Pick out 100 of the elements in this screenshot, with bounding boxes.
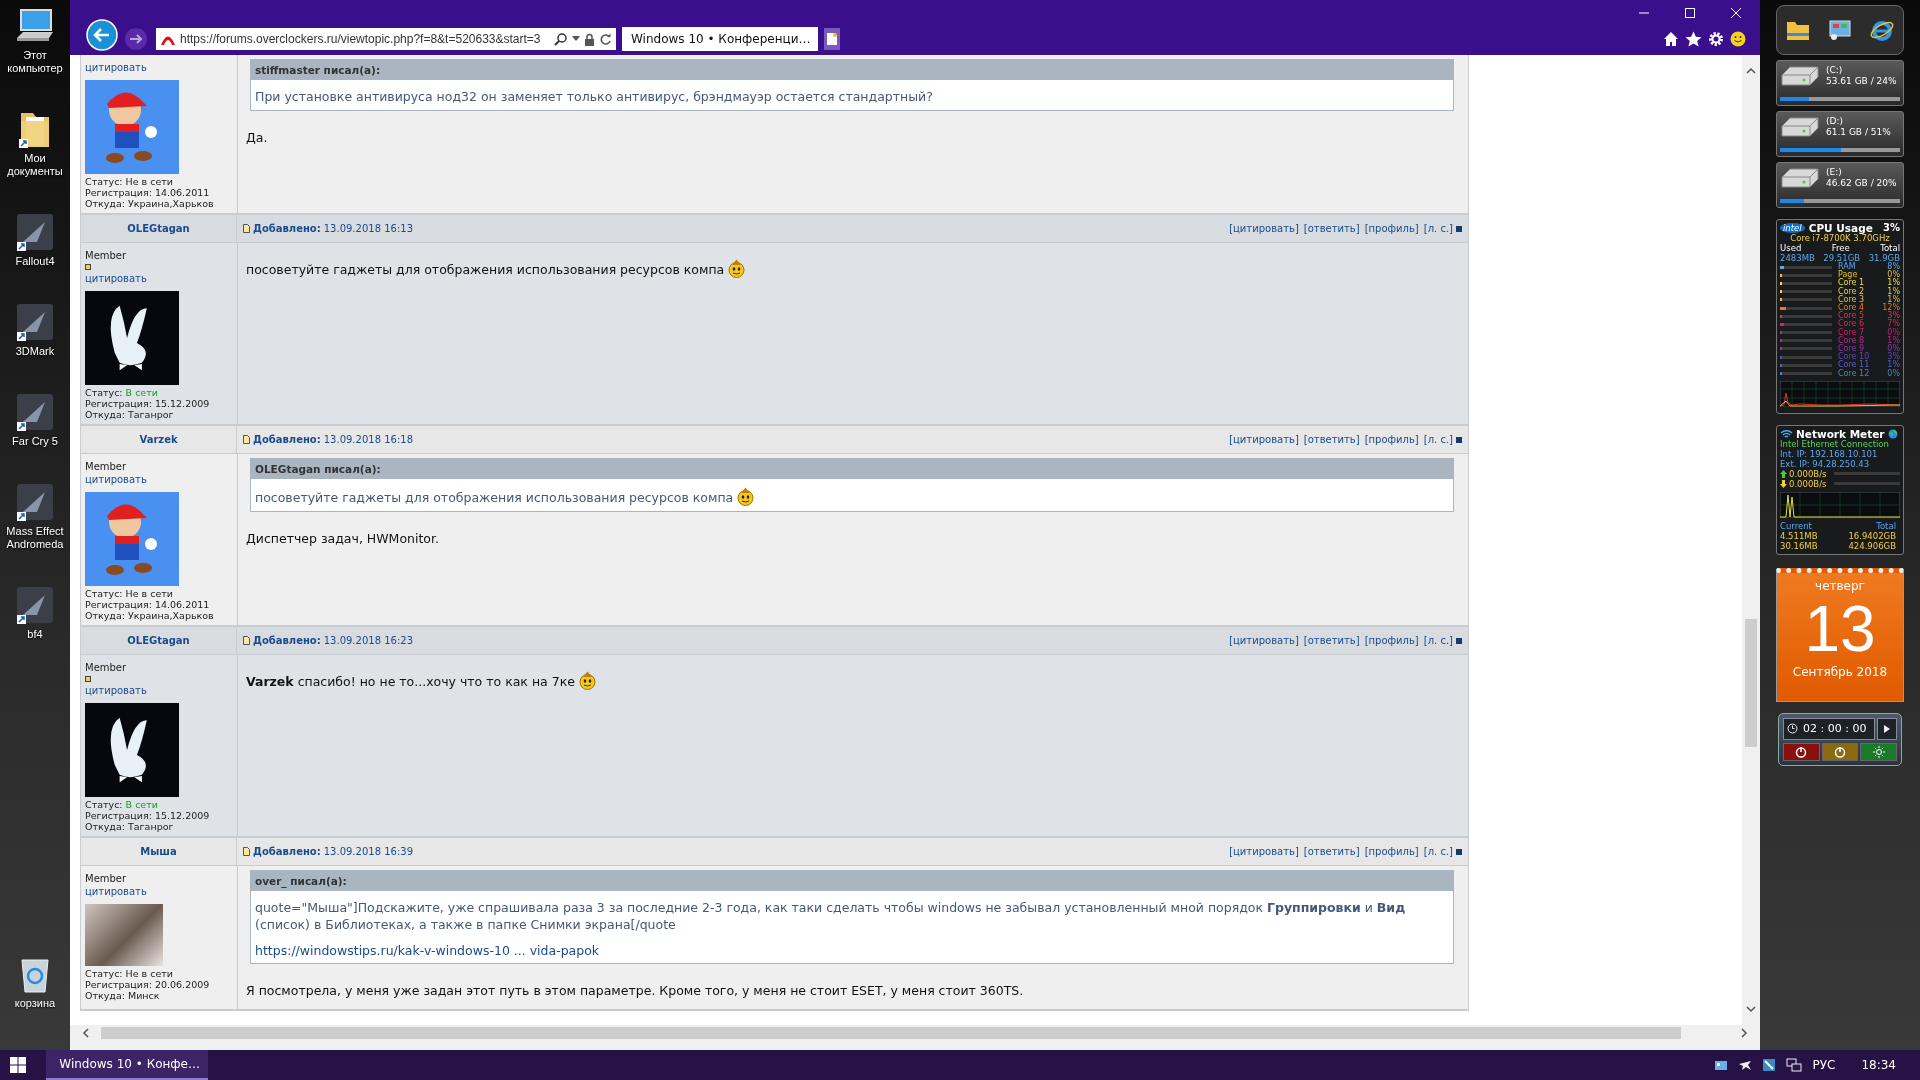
- usage-value: 1%: [1887, 278, 1900, 288]
- document-icon: [243, 636, 250, 645]
- drive-letter: (D:): [1826, 116, 1844, 127]
- browser-tab[interactable]: Windows 10 • Конференци…: [622, 27, 818, 51]
- airplane-icon[interactable]: [1738, 1058, 1753, 1072]
- desktop-icon-label[interactable]: Этот компьютер: [0, 49, 70, 75]
- game-shortcut-icon[interactable]: [15, 392, 55, 432]
- desktop-icon-label[interactable]: корзина: [14, 997, 56, 1010]
- maximize-icon[interactable]: [1684, 6, 1696, 19]
- internet-explorer-icon[interactable]: [1870, 18, 1894, 42]
- usage-value: 8%: [1887, 262, 1900, 272]
- desktop-icon-label[interactable]: Fallout4: [15, 255, 55, 268]
- url-text[interactable]: https://forums.overclockers.ru/viewtopic.php?f=8&t=520633&start=3: [180, 32, 550, 46]
- address-bar[interactable]: https://forums.overclockers.ru/viewtopic.php?f=8&t=520633&start=3: [156, 28, 616, 50]
- close-icon[interactable]: [1730, 6, 1742, 19]
- current-upload: 4.511MB: [1780, 530, 1818, 541]
- post-action-link[interactable]: [л. с.]: [1423, 846, 1453, 857]
- total-label: Total: [1876, 520, 1896, 531]
- usage-label: Core 6: [1838, 319, 1866, 329]
- scrollbar-thumb[interactable]: [1745, 619, 1757, 747]
- post-action-link[interactable]: [профиль]: [1364, 635, 1419, 646]
- scroll-left-icon[interactable]: [82, 1028, 89, 1038]
- user-rank: Member: [85, 661, 127, 674]
- post-action-link[interactable]: [цитировать]: [1229, 846, 1299, 857]
- user-status: Статус: Не в сети: [85, 588, 173, 599]
- search-icon[interactable]: [554, 32, 568, 46]
- wifi-icon: [1780, 428, 1793, 439]
- post-action-link[interactable]: [цитировать]: [1229, 635, 1299, 646]
- scrollbar-thumb[interactable]: [101, 1027, 1681, 1039]
- game-shortcut-icon[interactable]: [15, 302, 55, 342]
- scroll-right-icon[interactable]: [1741, 1028, 1748, 1038]
- home-icon[interactable]: [1663, 31, 1679, 47]
- sun-icon: [1872, 745, 1885, 758]
- settings-icon[interactable]: [1708, 31, 1724, 47]
- tray-app-icon[interactable]: [1714, 1058, 1729, 1072]
- desktop-icon-label[interactable]: 3DMark: [15, 345, 55, 358]
- network-icon[interactable]: [1786, 1058, 1803, 1072]
- windows-start-icon[interactable]: [10, 1057, 26, 1073]
- folder-icon[interactable]: [1786, 19, 1810, 41]
- control-panel-icon[interactable]: [1828, 19, 1852, 41]
- post-action-link[interactable]: [профиль]: [1364, 434, 1419, 445]
- author-name[interactable]: Мыша: [140, 846, 177, 857]
- author-name[interactable]: OLEGtagan: [127, 223, 190, 234]
- quote-link[interactable]: цитировать: [85, 885, 147, 898]
- game-shortcut-icon[interactable]: [15, 212, 55, 252]
- quote-url-link[interactable]: https://windowstips.ru/kak-v-windows-10 ... vida-papok: [255, 943, 600, 958]
- game-shortcut-icon[interactable]: [15, 585, 55, 625]
- author-name[interactable]: Varzek: [139, 434, 178, 445]
- scroll-down-icon[interactable]: [1746, 1006, 1756, 1013]
- quote-link[interactable]: цитировать: [85, 684, 147, 697]
- post-action-link[interactable]: [л. с.]: [1423, 635, 1453, 646]
- post-text: Varzek спасибо! но не то...хочу что то как на 7ке: [246, 673, 575, 690]
- star-icon[interactable]: [1685, 30, 1702, 48]
- post-action-link[interactable]: [цитировать]: [1229, 223, 1299, 234]
- user-rank: Member: [85, 460, 127, 473]
- usage-label: Core 8: [1838, 335, 1866, 345]
- shutdown-button[interactable]: [1783, 742, 1820, 761]
- desktop-icon-label[interactable]: Mass Effect Andromeda: [0, 525, 70, 551]
- dropdown-caret-icon[interactable]: [572, 36, 580, 42]
- post-action-link[interactable]: [ответить]: [1303, 434, 1360, 445]
- keyboard-language[interactable]: РУС: [1812, 1058, 1836, 1072]
- post-action-link[interactable]: [ответить]: [1303, 223, 1360, 234]
- tray-app-icon[interactable]: [1762, 1058, 1777, 1072]
- current-download: 30.16MB: [1780, 540, 1818, 551]
- post-action-link[interactable]: [л. с.]: [1423, 434, 1453, 445]
- post-action-link[interactable]: [ответить]: [1303, 635, 1360, 646]
- memory-value: 2483MB: [1780, 253, 1815, 263]
- post-action-link[interactable]: [цитировать]: [1229, 434, 1299, 445]
- document-icon: [243, 847, 250, 856]
- new-tab-button[interactable]: [824, 28, 840, 50]
- post-action-link[interactable]: [профиль]: [1364, 846, 1419, 857]
- post-action-link[interactable]: [профиль]: [1364, 223, 1419, 234]
- total-upload: 16.9402GB: [1848, 530, 1896, 541]
- post-action-link[interactable]: [ответить]: [1303, 846, 1360, 857]
- desktop-icon-label[interactable]: Мои документы: [0, 152, 70, 178]
- desktop-icon-label[interactable]: bf4: [27, 628, 43, 641]
- post-action-link[interactable]: [л. с.]: [1423, 223, 1453, 234]
- sleep-button[interactable]: [1860, 742, 1897, 761]
- taskbar-window-button[interactable]: Windows 10 • Конфе…: [46, 1050, 208, 1080]
- scroll-up-icon[interactable]: [1746, 67, 1756, 74]
- smiley-icon[interactable]: [1730, 31, 1746, 47]
- usage-label: Core 1: [1838, 278, 1866, 288]
- play-button[interactable]: [1877, 717, 1897, 740]
- game-shortcut-icon[interactable]: [15, 482, 55, 522]
- refresh-icon[interactable]: [599, 32, 612, 46]
- quote-link[interactable]: цитировать: [85, 61, 147, 74]
- restart-button[interactable]: [1821, 742, 1859, 761]
- taskbar-clock[interactable]: 18:34: [1861, 1058, 1896, 1072]
- author-name[interactable]: OLEGtagan: [127, 635, 190, 646]
- user-rank: Member: [85, 249, 127, 262]
- desktop-icon-label[interactable]: Far Cry 5: [12, 435, 58, 448]
- usage-label: Core 11: [1838, 360, 1871, 370]
- quote-link[interactable]: цитировать: [85, 473, 147, 486]
- power-icon: [1795, 745, 1808, 758]
- intel-logo: intel: [1780, 223, 1805, 233]
- registration-date: Регистрация: 14.06.2011: [85, 187, 210, 198]
- usage-label: Core 3: [1838, 294, 1866, 304]
- drive-usage: 46.62 GB / 20%: [1826, 178, 1897, 189]
- quote-link[interactable]: цитировать: [85, 272, 147, 285]
- square-icon: [1456, 637, 1462, 644]
